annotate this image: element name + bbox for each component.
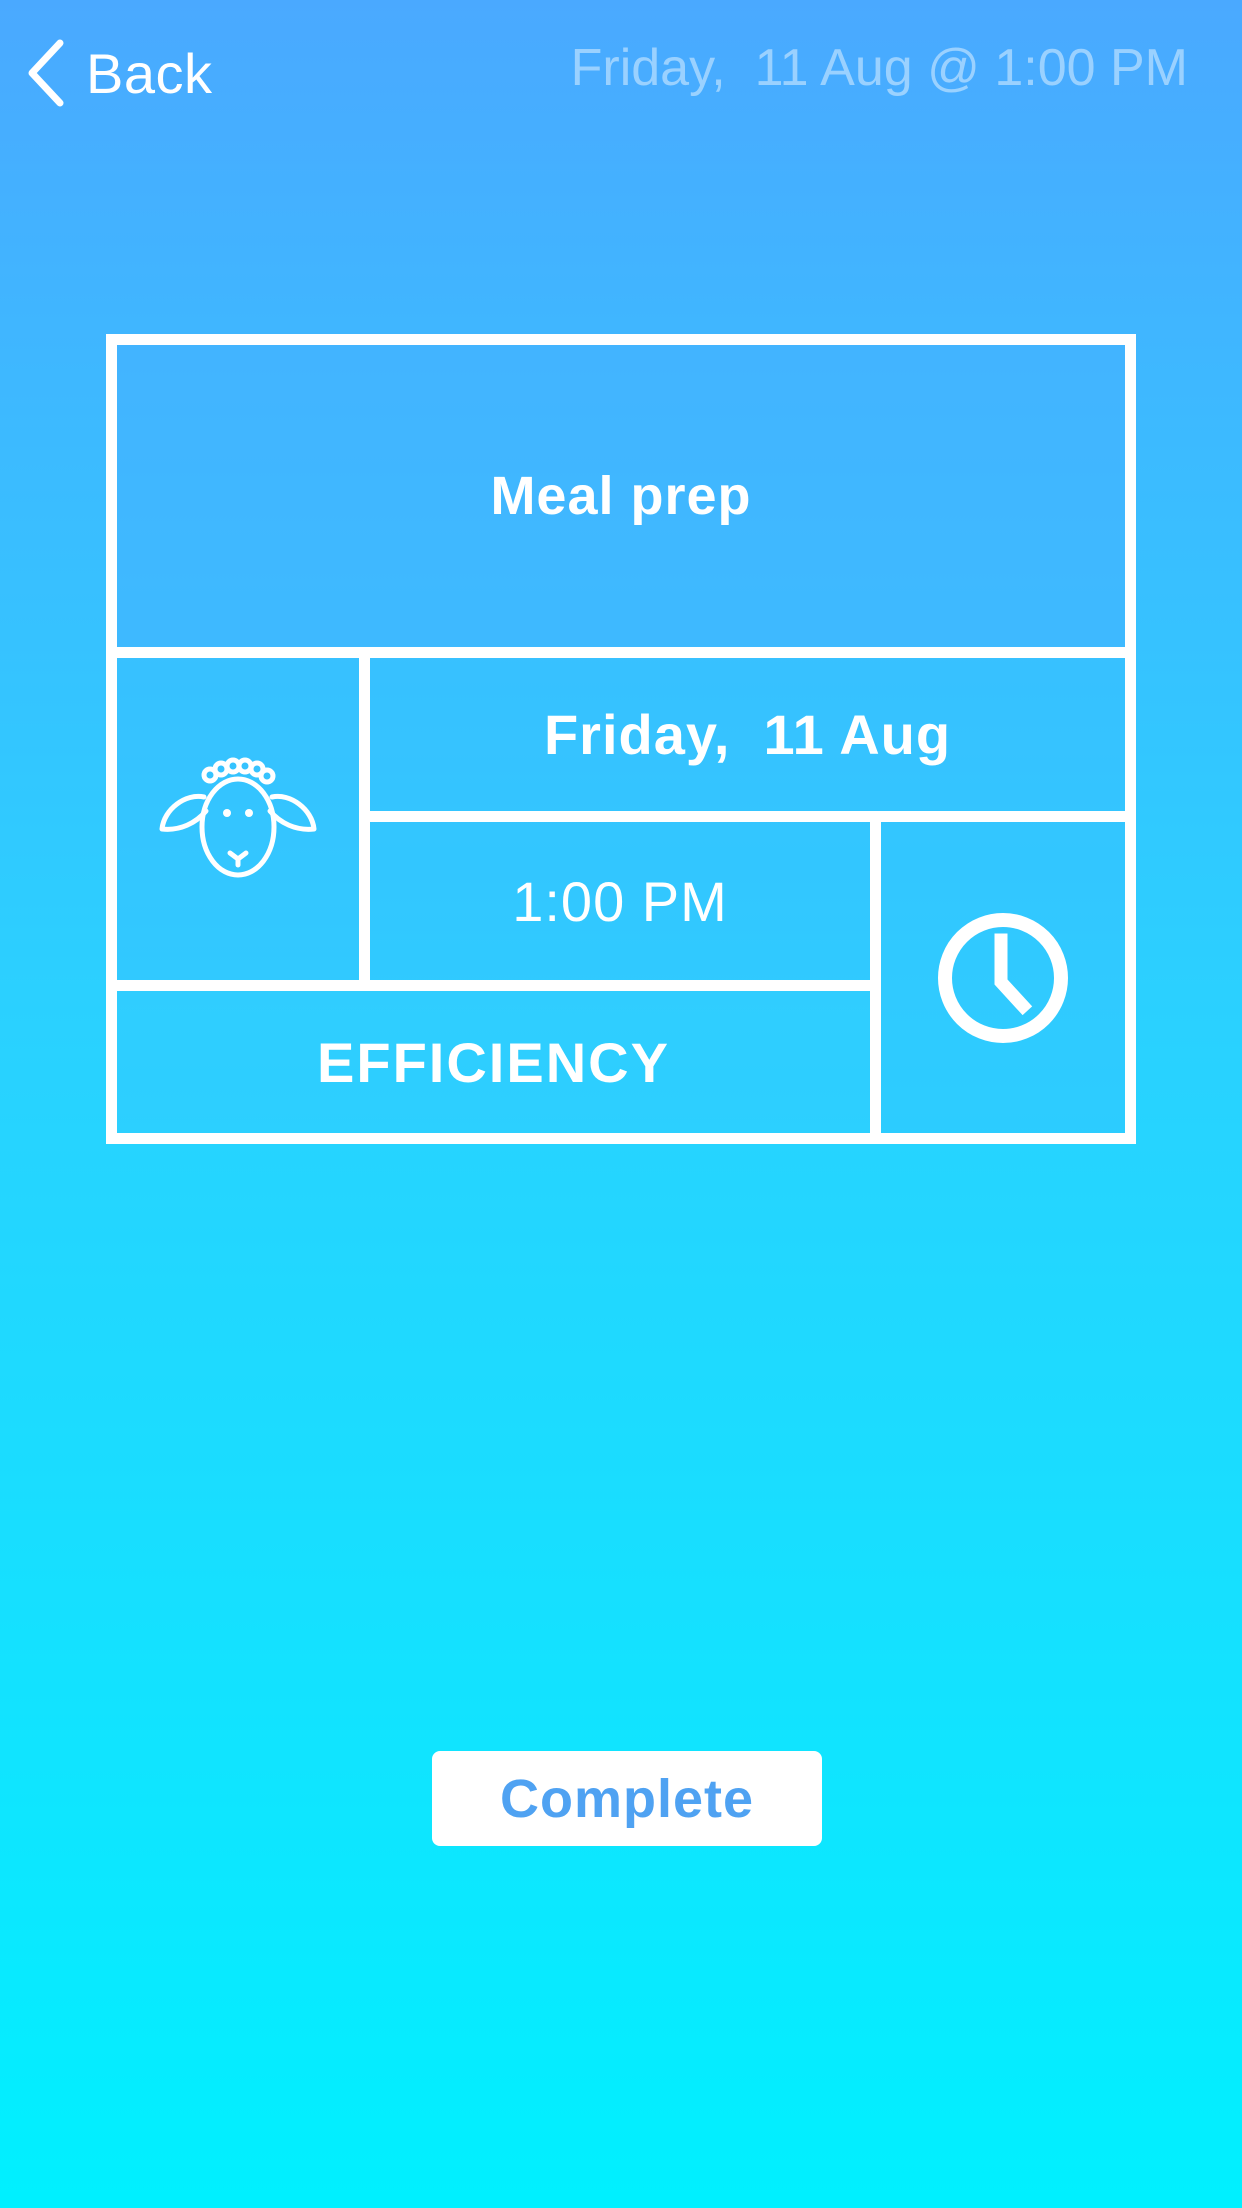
sheep-icon [159,757,317,878]
page-title: Friday, 11 Aug @ 1:00 PM [570,39,1188,97]
task-time: 1:00 PM [370,822,870,980]
divider [117,647,1125,658]
divider [117,980,870,991]
back-button[interactable]: Back [24,34,213,112]
task-avatar [117,658,359,980]
divider [359,658,370,980]
clock-icon [938,912,1068,1043]
complete-button[interactable]: Complete [432,1751,822,1846]
task-title: Meal prep [117,345,1125,647]
back-label: Back [86,41,213,105]
task-category: EFFICIENCY [117,991,870,1133]
task-clock [881,822,1125,1133]
divider [370,811,1125,822]
divider [870,822,881,1133]
task-date: Friday, 11 Aug [370,658,1125,811]
chevron-left-icon [28,39,64,107]
task-card: Meal prep Friday, 11 Aug 1:00 PM EFFICIE… [106,334,1136,1144]
